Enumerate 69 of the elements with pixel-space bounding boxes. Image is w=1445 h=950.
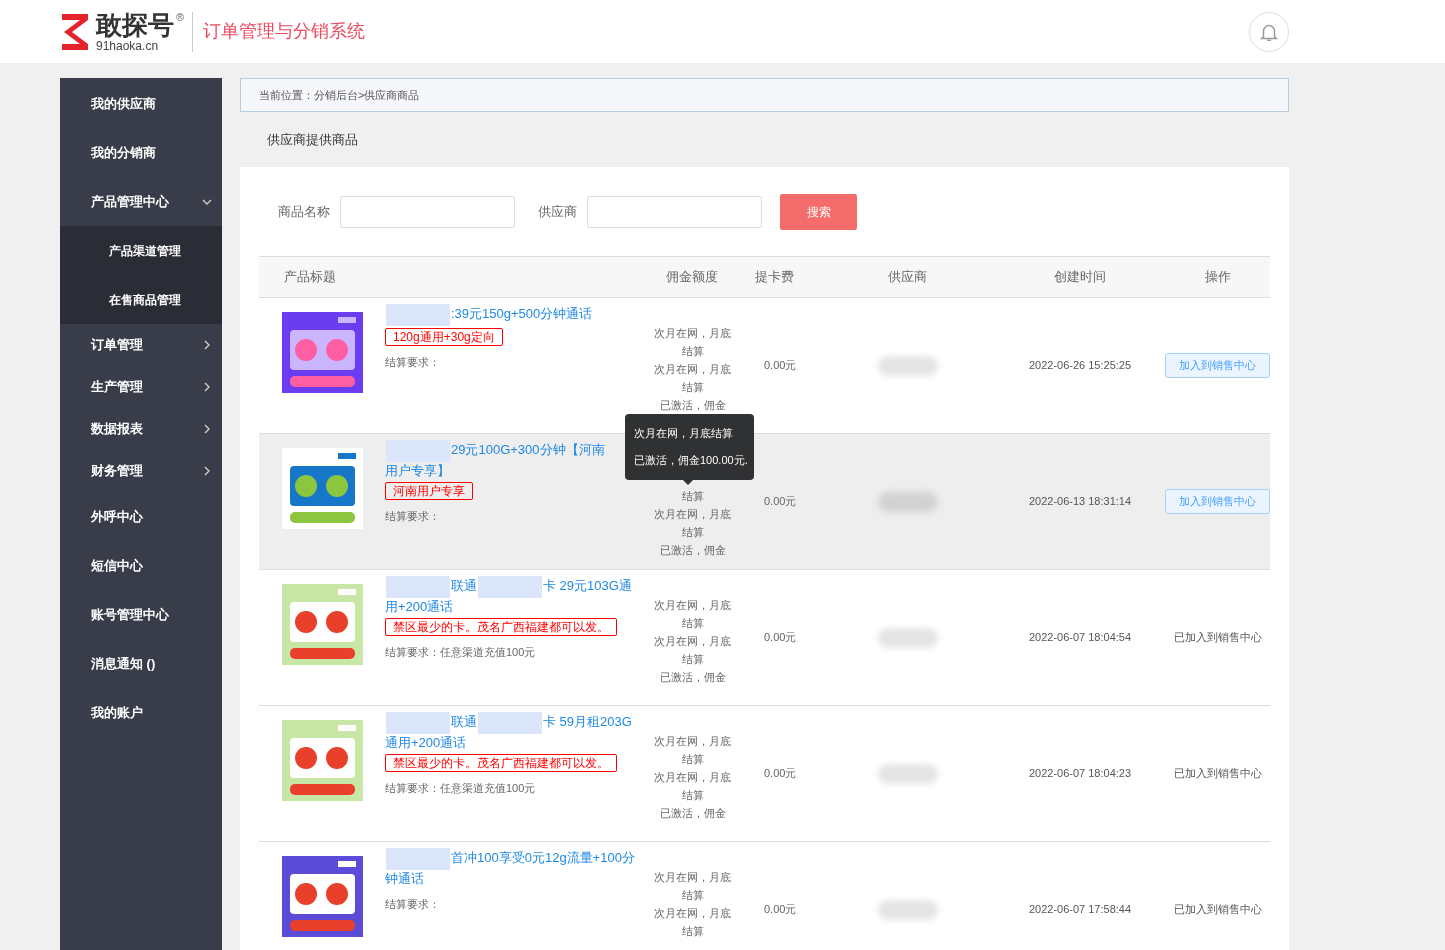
- added-status: 已加入到销售中心: [1172, 766, 1263, 782]
- column-header: 产品标题: [284, 269, 336, 285]
- commission-text: 结算: [681, 489, 704, 504]
- sidebar-item[interactable]: 财务管理: [60, 450, 222, 492]
- column-header: 创建时间: [1054, 269, 1106, 285]
- commission-text: 已激活，佣金: [659, 670, 726, 685]
- commission-text: 次月在网，月底结算: [653, 870, 732, 903]
- sidebar-item[interactable]: 账号管理中心: [60, 590, 222, 639]
- tag-label: 120g通用+30g定向: [385, 328, 503, 346]
- commission-text: 次月在网，月底结算: [653, 326, 732, 359]
- commission-text: 次月在网，月底结算: [653, 734, 732, 767]
- logo-domain: 91haoka.cn: [96, 39, 160, 52]
- card-fee: 0.00元: [764, 494, 797, 510]
- settlement-requirement: 结算要求：任意渠道充值100元: [385, 781, 537, 796]
- sidebar-item[interactable]: 我的分销商: [60, 128, 222, 177]
- sidebar-item[interactable]: 消息通知 (): [60, 639, 222, 688]
- sidebar-item[interactable]: 短信中心: [60, 541, 222, 590]
- tag-label: 河南用户专享: [385, 482, 473, 500]
- product-title-link[interactable]: 联通 卡 29元103G通用+200通话: [385, 576, 641, 616]
- settlement-requirement: 结算要求：: [385, 355, 441, 370]
- commission-text: 次月在网，月底结算: [653, 906, 732, 939]
- tag-label: 禁区最少的卡。茂名广西福建都可以发。: [385, 618, 617, 636]
- settlement-requirement: 结算要求：: [385, 509, 441, 524]
- filter-label: 供应商: [538, 203, 577, 222]
- commission-text: 次月在网，月底结算: [653, 598, 732, 631]
- breadcrumb: 当前位置：分销后台>供应商商品: [259, 87, 420, 103]
- product-title-link[interactable]: 联通 卡 59月租203G通用+200通话: [385, 712, 641, 752]
- commission-text: 次月在网，月底结算: [653, 634, 732, 667]
- product-title-link[interactable]: 首冲100享受0元12g流量+100分钟通话: [385, 848, 641, 888]
- column-header: 佣金额度: [665, 269, 718, 285]
- filter-label: 商品名称: [278, 203, 330, 222]
- created-time: 2022-06-07 18:04:54: [1028, 630, 1132, 646]
- commission-text: 已激活，佣金: [659, 543, 726, 558]
- system-title: 订单管理与分销系统: [203, 20, 366, 43]
- column-header: 提卡费: [755, 269, 794, 285]
- card-fee: 0.00元: [764, 902, 797, 918]
- sidebar-item[interactable]: 我的账户: [60, 688, 222, 737]
- created-time: 2022-06-07 18:04:23: [1028, 766, 1132, 782]
- commission-text: 次月在网，月底结算: [653, 507, 732, 540]
- settlement-requirement: 结算要求：: [385, 897, 441, 912]
- sidebar-item[interactable]: 产品管理中心: [60, 177, 222, 226]
- settlement-requirement: 结算要求：任意渠道充值100元: [385, 645, 537, 660]
- commission-text: 次月在网，月底结算: [653, 362, 732, 395]
- sidebar-subitem[interactable]: 产品渠道管理: [60, 226, 222, 275]
- logo-name: 敢探号: [96, 11, 174, 38]
- added-status: 已加入到销售中心: [1172, 630, 1263, 646]
- tooltip-text: 已激活，佣金100.00元.: [634, 453, 745, 468]
- column-header: 供应商: [888, 269, 927, 285]
- card-fee: 0.00元: [764, 766, 797, 782]
- commission-text: 已激活，佣金: [659, 398, 726, 413]
- column-header: 操作: [1204, 269, 1231, 285]
- created-time: 2022-06-26 15:25:25: [1028, 358, 1132, 374]
- commission-text: 次月在网，月底结算: [653, 770, 732, 803]
- product-title-link[interactable]: :39元150g+500分钟通话: [385, 304, 641, 326]
- created-time: 2022-06-13 18:31:14: [1028, 494, 1132, 510]
- registered-mark: ®: [176, 11, 185, 23]
- section-title: 供应商提供商品: [267, 130, 358, 149]
- commission-text: 已激活，佣金: [659, 806, 726, 821]
- sidebar-item[interactable]: 我的供应商: [60, 79, 222, 128]
- sidebar-subitem[interactable]: 在售商品管理: [60, 275, 222, 324]
- card-fee: 0.00元: [764, 358, 797, 374]
- created-time: 2022-06-07 17:58:44: [1028, 902, 1132, 918]
- added-status: 已加入到销售中心: [1172, 902, 1263, 918]
- sidebar-item[interactable]: 生产管理: [60, 366, 222, 408]
- sidebar-item[interactable]: 数据报表: [60, 408, 222, 450]
- card-fee: 0.00元: [764, 630, 797, 646]
- sidebar-item[interactable]: 订单管理: [60, 324, 222, 366]
- sidebar-item[interactable]: 外呼中心: [60, 492, 222, 541]
- tag-label: 禁区最少的卡。茂名广西福建都可以发。: [385, 754, 617, 772]
